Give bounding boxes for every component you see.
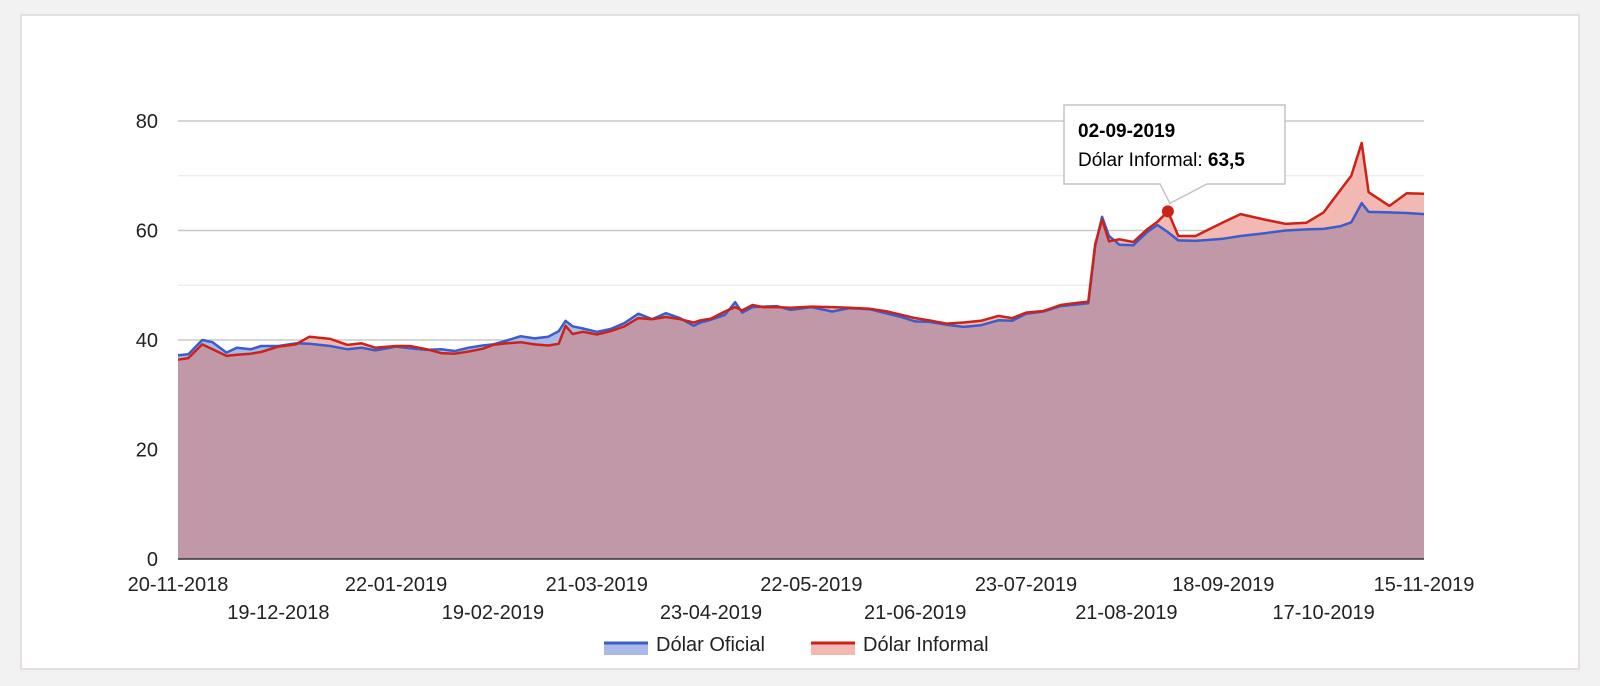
x-tick-label: 19-12-2018 <box>227 602 329 624</box>
area-overlap <box>178 203 1424 559</box>
y-tick-label: 20 <box>136 440 158 462</box>
y-tick-label: 80 <box>136 111 158 133</box>
x-tick-label: 20-11-2018 <box>128 574 229 596</box>
legend-label: Dólar Informal <box>863 634 989 656</box>
y-tick-label: 60 <box>136 221 158 243</box>
legend-swatch <box>811 643 855 655</box>
x-tick-label: 15-11-2019 <box>1374 574 1475 596</box>
x-tick-label: 19-02-2019 <box>442 602 544 624</box>
legend-swatch <box>604 643 648 655</box>
tooltip-series-value: Dólar Informal: 63,5 <box>1078 150 1245 171</box>
tooltip: 02-09-2019 Dólar Informal: 63,5 <box>1063 104 1286 218</box>
tooltip-series-label: Dólar Informal: <box>1078 150 1208 171</box>
legend[interactable]: Dólar Oficial Dólar Informal <box>604 634 989 656</box>
series-areas <box>178 142 1424 559</box>
y-tick-labels: 0 20 40 60 80 <box>136 111 158 571</box>
x-tick-label: 23-04-2019 <box>660 602 762 624</box>
tooltip-marker <box>1161 205 1174 218</box>
tooltip-date: 02-09-2019 <box>1078 121 1175 142</box>
x-tick-label: 21-08-2019 <box>1075 602 1177 624</box>
area-chart: 0 20 40 60 80 20-11-2018 22-01-2019 21-03-2019… <box>128 104 1475 656</box>
x-tick-label: 22-05-2019 <box>760 574 862 596</box>
y-tick-label: 0 <box>147 549 158 571</box>
x-tick-label: 23-07-2019 <box>975 574 1077 596</box>
legend-item-dolar-informal[interactable]: Dólar Informal <box>811 634 989 656</box>
tooltip-value: 63,5 <box>1208 150 1245 171</box>
x-tick-label: 17-10-2019 <box>1272 602 1374 624</box>
y-tick-label: 40 <box>136 330 158 352</box>
legend-item-dolar-oficial[interactable]: Dólar Oficial <box>604 634 765 656</box>
x-tick-labels: 20-11-2018 22-01-2019 21-03-2019 22-05-2019… <box>128 574 1475 624</box>
legend-label: Dólar Oficial <box>656 634 765 656</box>
x-tick-label: 21-03-2019 <box>546 574 648 596</box>
x-tick-label: 21-06-2019 <box>864 602 966 624</box>
x-tick-label: 18-09-2019 <box>1172 574 1274 596</box>
x-tick-label: 22-01-2019 <box>345 574 447 596</box>
